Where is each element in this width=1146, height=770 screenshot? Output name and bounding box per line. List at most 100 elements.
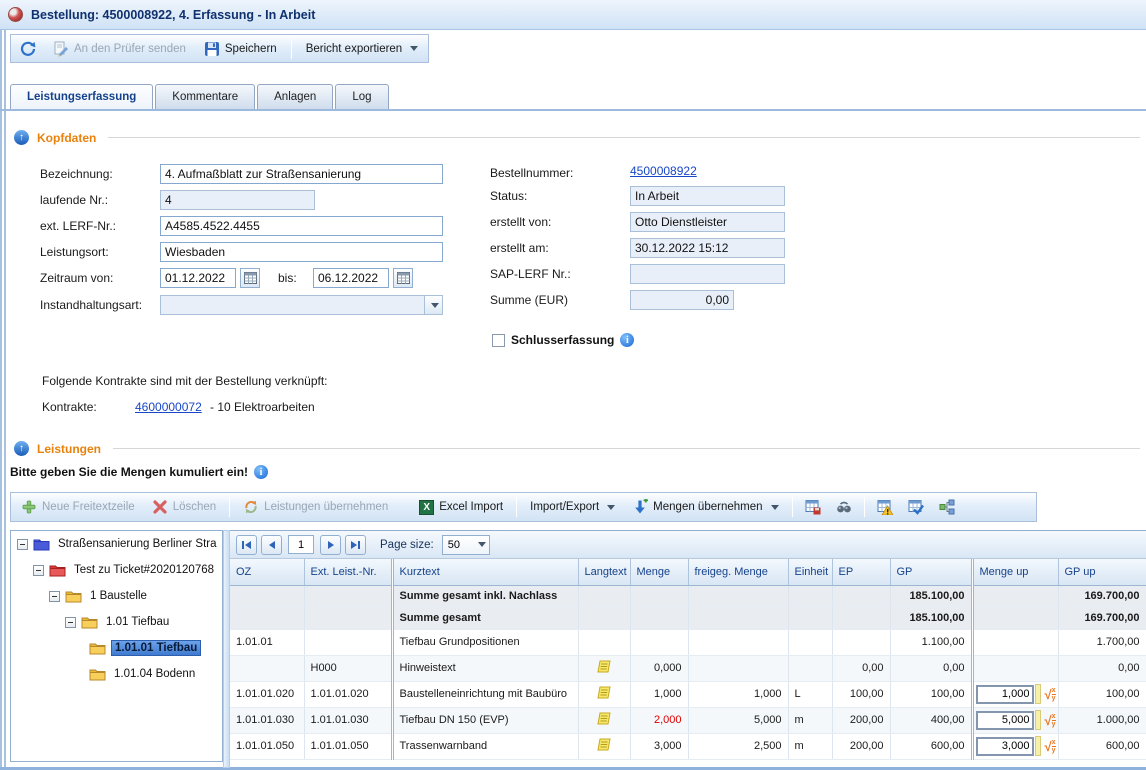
tab-kommentare[interactable]: Kommentare — [155, 84, 255, 109]
menge-up-input[interactable] — [976, 737, 1034, 756]
bestellnummer-link[interactable]: 4500008922 — [630, 164, 697, 178]
save-button[interactable]: Speichern — [200, 39, 281, 59]
bezeichnung-input[interactable] — [160, 164, 443, 184]
kopfdaten-section-header: ↑ Kopfdaten — [14, 130, 1140, 145]
new-freitext-button[interactable]: Neue Freitextzeile — [17, 497, 139, 517]
table-warning-button[interactable] — [874, 496, 896, 518]
formula-icon[interactable]: √xy — [1044, 713, 1055, 728]
collapse-up-icon[interactable]: ↑ — [14, 130, 29, 145]
mengen-uebernehmen-button[interactable]: Mengen übernehmen — [628, 497, 782, 517]
tab-log[interactable]: Log — [335, 84, 388, 109]
ext-lerf-nr-label: ext. LERF-Nr.: — [40, 219, 116, 233]
kontrakt-link[interactable]: 4600000072 — [135, 400, 202, 414]
collapse-expander[interactable] — [49, 591, 60, 602]
tree-label: 1 Baustelle — [87, 589, 150, 603]
tab-anlagen[interactable]: Anlagen — [257, 84, 333, 109]
takeover-leistungen-button[interactable]: Leistungen übernehmen — [239, 497, 392, 517]
instandhaltungsart-select[interactable] — [160, 295, 443, 315]
formula-icon[interactable]: √xy — [1044, 739, 1055, 754]
toolbar-separator — [291, 39, 292, 59]
sum-gp: 185.100,00 — [890, 585, 972, 607]
tree-item-baustelle[interactable]: 1 Baustelle — [11, 583, 222, 609]
info-icon[interactable]: i — [254, 465, 268, 479]
langtext-note-icon[interactable] — [596, 659, 612, 675]
chevron-down-icon — [771, 505, 779, 510]
table-row-position[interactable]: 1.01.01.020 1.01.01.020 Baustelleneinric… — [230, 681, 1146, 707]
collapse-expander[interactable] — [33, 565, 44, 576]
page-number-input[interactable] — [288, 535, 314, 554]
sum-gp-up: 169.700,00 — [1058, 585, 1146, 607]
col-langtext[interactable]: Langtext — [578, 559, 630, 585]
ext-lerf-nr-input[interactable] — [160, 216, 443, 236]
last-page-button[interactable] — [345, 535, 366, 555]
info-icon[interactable]: i — [620, 333, 634, 347]
table-save-button[interactable] — [802, 496, 824, 518]
import-export-button[interactable]: Import/Export — [526, 499, 619, 515]
refresh-button[interactable] — [17, 38, 39, 60]
col-freigeg-menge[interactable]: freigeg. Menge — [688, 559, 788, 585]
zeitraum-bis-input[interactable] — [313, 268, 389, 288]
chevron-down-icon — [410, 46, 418, 51]
dropdown-button[interactable] — [473, 542, 489, 547]
sqrt-glyph: √ — [1044, 740, 1051, 753]
zeitraum-von-input[interactable] — [160, 268, 236, 288]
tree-item-tiefbau-0101[interactable]: 1.01.01 Tiefbau — [11, 635, 222, 661]
table-row-position[interactable]: 1.01.01.050 1.01.01.050 Trassenwarnband … — [230, 733, 1146, 759]
langtext-note-icon[interactable] — [596, 685, 612, 701]
langtext-note-icon[interactable] — [596, 711, 612, 727]
col-oz[interactable]: OZ — [230, 559, 304, 585]
tree-item-root[interactable]: Straßensanierung Berliner Stra — [11, 531, 222, 557]
sum-label: Summe gesamt inkl. Nachlass — [392, 585, 578, 607]
tree-item-boden[interactable]: 1.01.04 Bodenn — [11, 661, 222, 687]
cell-freigeg: 2,500 — [688, 733, 788, 759]
calendar-von-button[interactable] — [240, 268, 260, 288]
col-kurztext[interactable]: Kurztext — [392, 559, 578, 585]
col-menge[interactable]: Menge — [630, 559, 688, 585]
table-row-group[interactable]: 1.01.01 Tiefbau Grundpositionen 1.100,00… — [230, 629, 1146, 655]
delete-button[interactable]: Löschen — [148, 497, 220, 517]
col-ep[interactable]: EP — [832, 559, 890, 585]
tree-item-tiefbau[interactable]: 1.01 Tiefbau — [11, 609, 222, 635]
table-check-button[interactable] — [905, 496, 927, 518]
menge-up-input[interactable] — [976, 711, 1034, 730]
cell-ext: 1.01.01.030 — [304, 707, 392, 733]
cell-ep: 0,00 — [832, 655, 890, 681]
panel-splitter[interactable] — [223, 530, 230, 768]
cell-gp: 400,00 — [890, 707, 972, 733]
tab-leistungserfassung[interactable]: Leistungserfassung — [10, 84, 153, 109]
langtext-note-icon[interactable] — [596, 737, 612, 753]
page-size-select[interactable]: 50 — [442, 535, 490, 555]
menge-up-input[interactable] — [976, 685, 1034, 704]
excel-import-button[interactable]: X Excel Import — [415, 498, 507, 517]
first-page-button[interactable] — [236, 535, 257, 555]
toolbar-separator — [864, 497, 865, 517]
leistungsort-input[interactable] — [160, 242, 443, 262]
export-report-button[interactable]: Bericht exportieren — [302, 41, 423, 57]
send-to-approver-button[interactable]: An den Prüfer senden — [49, 39, 190, 59]
search-binoculars-button[interactable] — [833, 496, 855, 518]
structure-tree: Straßensanierung Berliner Stra Test zu T… — [10, 530, 223, 762]
dropdown-button[interactable] — [424, 296, 442, 314]
col-ext[interactable]: Ext. Leist.-Nr. — [304, 559, 392, 585]
plus-icon — [21, 499, 37, 515]
collapse-up-icon[interactable]: ↑ — [14, 441, 29, 456]
cell-menge: 3,000 — [630, 733, 688, 759]
col-menge-up[interactable]: Menge up — [972, 559, 1058, 585]
status-input — [630, 186, 785, 206]
collapse-expander[interactable] — [65, 617, 76, 628]
col-einheit[interactable]: Einheit — [788, 559, 832, 585]
tree-item-ticket[interactable]: Test zu Ticket#2020120768 — [11, 557, 222, 583]
sum-label: Summe gesamt — [392, 607, 578, 629]
col-gp[interactable]: GP — [890, 559, 972, 585]
prev-page-button[interactable] — [261, 535, 282, 555]
schlusserfassung-checkbox[interactable] — [492, 334, 505, 347]
cell-einheit: m — [788, 707, 832, 733]
tree-structure-button[interactable] — [936, 496, 958, 518]
table-row-hinweis[interactable]: H000 Hinweistext 0,000 0,00 0,00 0,00 — [230, 655, 1146, 681]
formula-icon[interactable]: √xy — [1044, 687, 1055, 702]
calendar-bis-button[interactable] — [393, 268, 413, 288]
collapse-expander[interactable] — [17, 539, 28, 550]
next-page-button[interactable] — [320, 535, 341, 555]
col-gp-up[interactable]: GP up — [1058, 559, 1146, 585]
table-row-position[interactable]: 1.01.01.030 1.01.01.030 Tiefbau DN 150 (… — [230, 707, 1146, 733]
